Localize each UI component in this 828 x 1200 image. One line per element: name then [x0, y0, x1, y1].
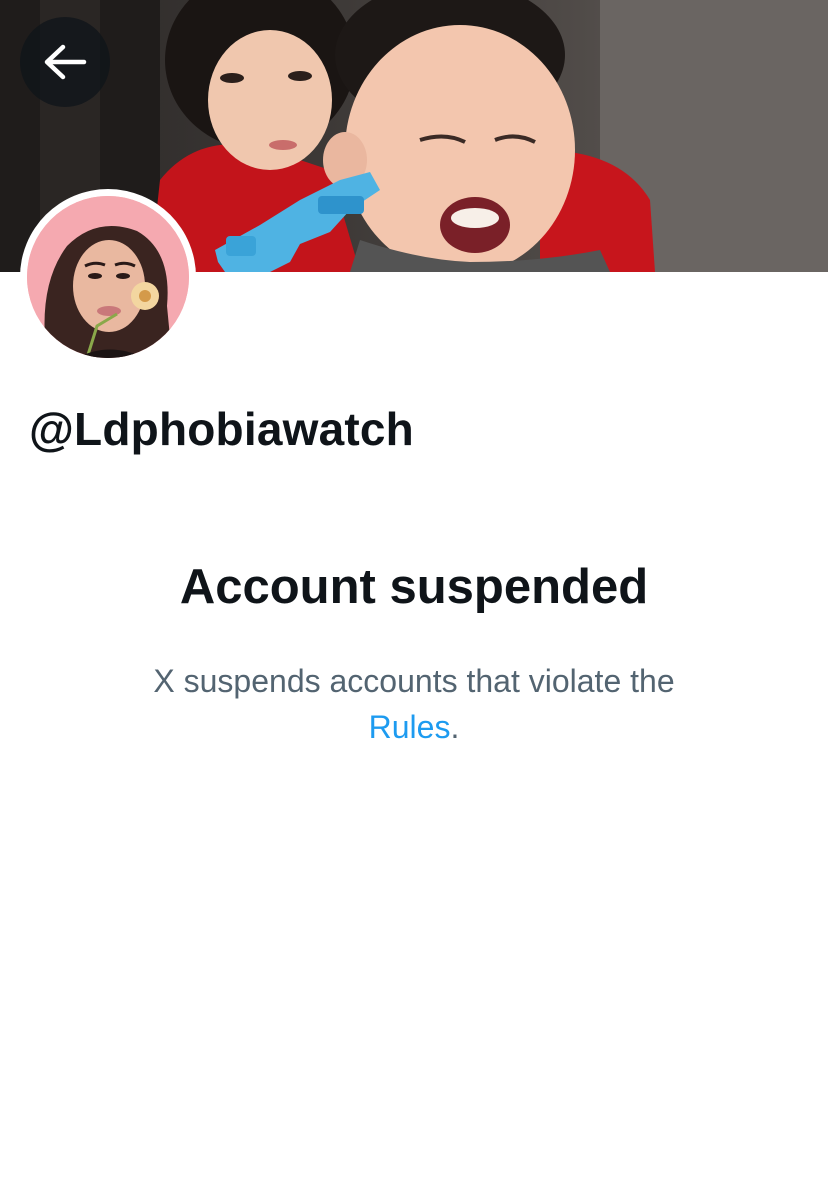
back-button[interactable]: [20, 17, 110, 107]
profile-page: @Ldphobiawatch Account suspended X suspe…: [0, 0, 828, 1200]
avatar-photo: [27, 196, 189, 358]
profile-avatar[interactable]: [20, 189, 196, 365]
suspended-message-text: X suspends accounts that violate the: [153, 663, 675, 699]
arrow-left-icon: [44, 44, 87, 80]
suspended-message: X suspends accounts that violate the Rul…: [100, 658, 728, 750]
suspended-title: Account suspended: [179, 560, 649, 614]
message-period: .: [450, 709, 460, 745]
rules-link[interactable]: Rules: [369, 709, 451, 745]
profile-handle: @Ldphobiawatch: [29, 403, 414, 455]
suspended-message-line2: Rules.: [100, 704, 728, 750]
